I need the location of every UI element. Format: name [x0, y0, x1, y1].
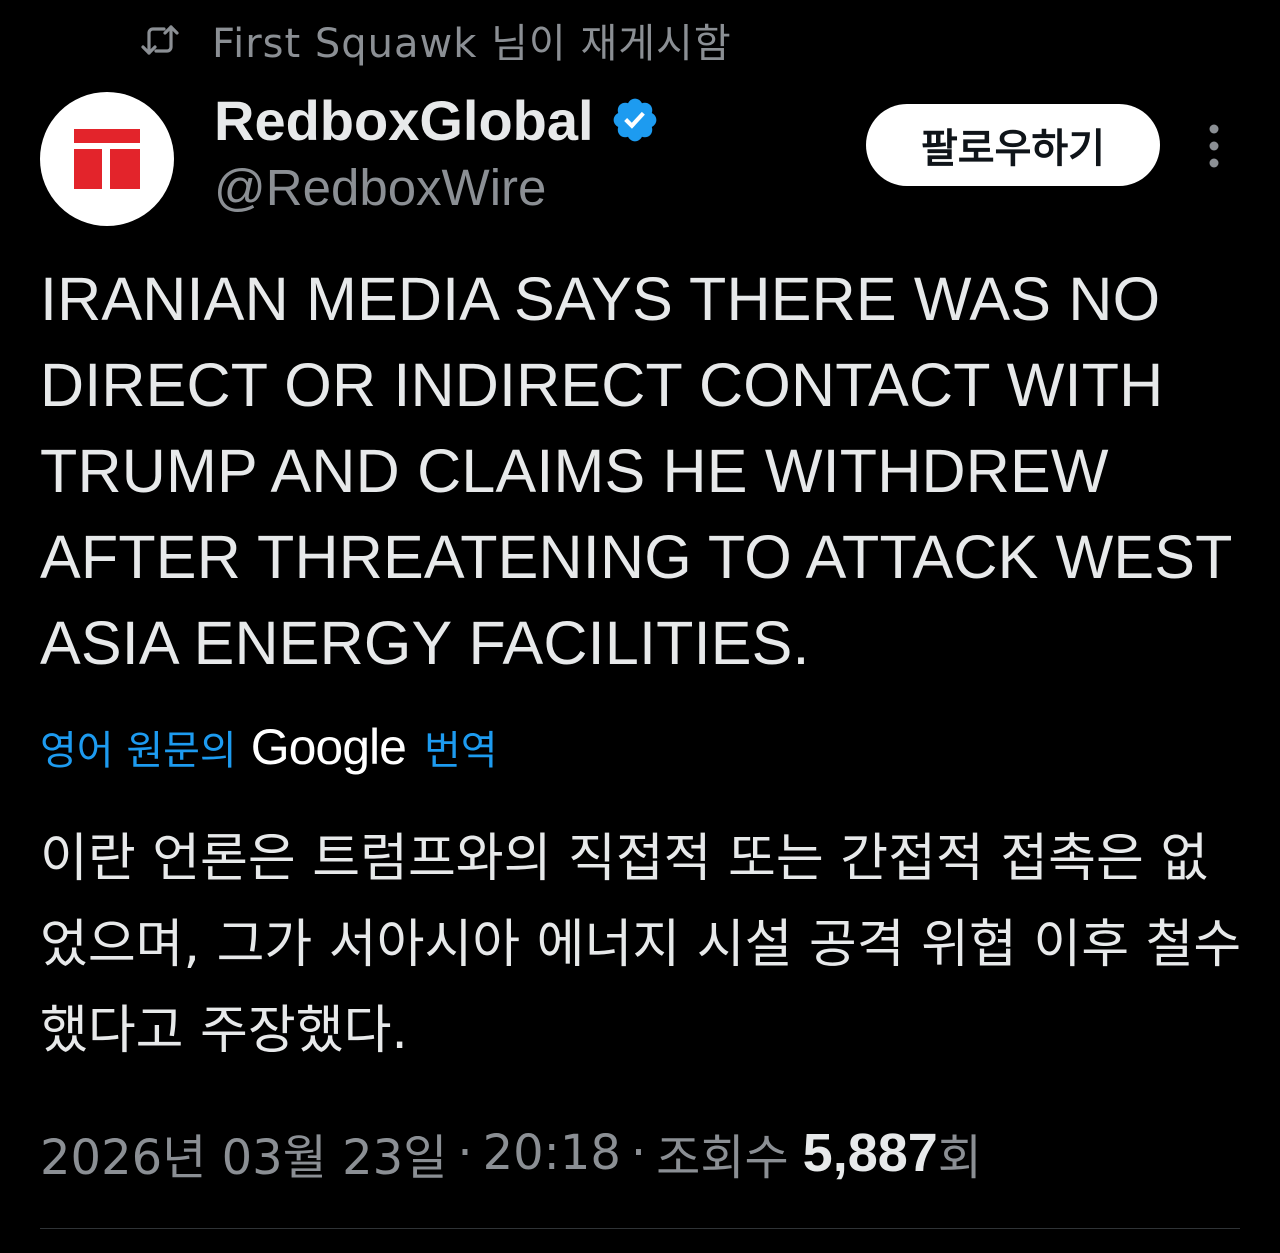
repost-header: First Squawk 님이 재게시함	[138, 12, 732, 68]
handle[interactable]: @RedboxWire	[214, 158, 660, 217]
tweet-time[interactable]: 20:18	[483, 1125, 621, 1181]
redbox-logo	[74, 129, 140, 189]
translate-link[interactable]: 영어 원문의 Google 번역	[40, 716, 498, 778]
google-logo: Google	[250, 719, 407, 775]
author-info: RedboxGlobal @RedboxWire	[214, 86, 660, 217]
views-unit: 회	[937, 1130, 982, 1186]
tweet-text: IRANIAN MEDIA SAYS THERE WAS NO DIRECT O…	[40, 265, 1232, 677]
tweet-date[interactable]: 2026년 03월 23일	[40, 1118, 447, 1188]
views-label: 조회수	[656, 1130, 789, 1186]
tweet-meta: 2026년 03월 23일 · 20:18 · 조회수 5,887 회	[40, 1118, 982, 1188]
meta-separator: ·	[457, 1125, 473, 1181]
verified-badge-icon[interactable]	[610, 95, 660, 145]
meta-separator: ·	[630, 1125, 647, 1181]
more-vertical-icon[interactable]	[1192, 118, 1236, 174]
views-count: 5,887	[802, 1123, 938, 1183]
divider	[40, 1228, 1240, 1229]
repost-text[interactable]: First Squawk 님이 재게시함	[212, 11, 732, 69]
translated-text: 이란 언론은 트럼프와의 직접적 또는 간접적 접촉은 없었으며, 그가 서아시…	[40, 829, 1242, 1061]
display-name[interactable]: RedboxGlobal	[214, 88, 594, 153]
translate-label[interactable]: 영어 원문의	[40, 718, 237, 776]
repost-icon	[138, 20, 182, 60]
avatar[interactable]	[40, 92, 174, 226]
follow-button[interactable]: 팔로우하기	[866, 104, 1160, 186]
translate-action[interactable]: 번역	[424, 718, 498, 776]
